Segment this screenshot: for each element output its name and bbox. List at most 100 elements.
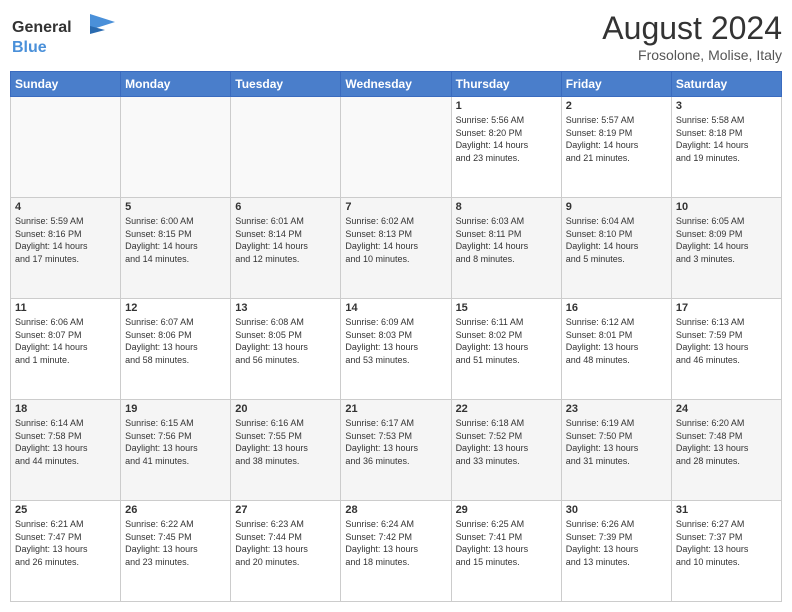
calendar-cell: 16 Sunrise: 6:12 AMSunset: 8:01 PMDayligh… (561, 299, 671, 400)
day-info: Sunrise: 6:12 AMSunset: 8:01 PMDaylight:… (566, 316, 667, 366)
calendar-cell: 6 Sunrise: 6:01 AMSunset: 8:14 PMDaylight… (231, 198, 341, 299)
calendar-cell: 19 Sunrise: 6:15 AMSunset: 7:56 PMDayligh… (121, 400, 231, 501)
day-info: Sunrise: 6:04 AMSunset: 8:10 PMDaylight:… (566, 215, 667, 265)
day-info: Sunrise: 5:56 AMSunset: 8:20 PMDaylight:… (456, 114, 557, 164)
calendar-header-row: SundayMondayTuesdayWednesdayThursdayFrid… (11, 72, 782, 97)
calendar-table: SundayMondayTuesdayWednesdayThursdayFrid… (10, 71, 782, 602)
day-number: 29 (456, 504, 557, 516)
day-info: Sunrise: 5:57 AMSunset: 8:19 PMDaylight:… (566, 114, 667, 164)
calendar-cell: 21Sunrise: 6:17 AMSunset: 7:53 PMDayligh… (341, 400, 451, 501)
location: Frosolone, Molise, Italy (602, 47, 782, 63)
month-year: August 2024 (602, 10, 782, 47)
calendar-cell: 7Sunrise: 6:02 AMSunset: 8:13 PMDaylight… (341, 198, 451, 299)
day-info: Sunrise: 6:17 AMSunset: 7:53 PMDaylight:… (345, 417, 446, 467)
day-number: 22 (456, 403, 557, 415)
calendar-cell: 24Sunrise: 6:20 AMSunset: 7:48 PMDayligh… (671, 400, 781, 501)
day-info: Sunrise: 6:19 AMSunset: 7:50 PMDaylight:… (566, 417, 667, 467)
day-number: 20 (235, 403, 336, 415)
day-number: 6 (235, 201, 336, 213)
day-number: 5 (125, 201, 226, 213)
calendar-cell: 23 Sunrise: 6:19 AMSunset: 7:50 PMDayligh… (561, 400, 671, 501)
day-info: Sunrise: 6:20 AMSunset: 7:48 PMDaylight:… (676, 417, 777, 467)
day-number: 8 (456, 201, 557, 213)
calendar-cell (11, 97, 121, 198)
day-info: Sunrise: 6:16 AMSunset: 7:55 PMDaylight:… (235, 417, 336, 467)
calendar-cell: 28 Sunrise: 6:24 AMSunset: 7:42 PMDayligh… (341, 501, 451, 602)
day-number: 15 (456, 302, 557, 314)
day-info: Sunrise: 5:59 AMSunset: 8:16 PMDaylight:… (15, 215, 116, 265)
day-number: 10 (676, 201, 777, 213)
day-number: 4 (15, 201, 116, 213)
day-info: Sunrise: 6:22 AMSunset: 7:45 PMDaylight:… (125, 518, 226, 568)
day-number: 16 (566, 302, 667, 314)
day-number: 14 (345, 302, 446, 314)
day-number: 13 (235, 302, 336, 314)
calendar-cell: 27Sunrise: 6:23 AMSunset: 7:44 PMDayligh… (231, 501, 341, 602)
calendar-cell (121, 97, 231, 198)
svg-text:General: General (12, 19, 72, 36)
day-info: Sunrise: 6:18 AMSunset: 7:52 PMDaylight:… (456, 417, 557, 467)
day-info: Sunrise: 6:21 AMSunset: 7:47 PMDaylight:… (15, 518, 116, 568)
day-info: Sunrise: 6:25 AMSunset: 7:41 PMDaylight:… (456, 518, 557, 568)
day-number: 28 (345, 504, 446, 516)
calendar-cell: 14 Sunrise: 6:09 AMSunset: 8:03 PMDayligh… (341, 299, 451, 400)
calendar-cell: 26 Sunrise: 6:22 AMSunset: 7:45 PMDayligh… (121, 501, 231, 602)
day-info: Sunrise: 6:13 AMSunset: 7:59 PMDaylight:… (676, 316, 777, 366)
day-info: Sunrise: 6:01 AMSunset: 8:14 PMDaylight:… (235, 215, 336, 265)
day-info: Sunrise: 6:09 AMSunset: 8:03 PMDaylight:… (345, 316, 446, 366)
day-number: 17 (676, 302, 777, 314)
header: General Blue August 2024 Frosolone, Moli… (10, 10, 782, 63)
day-number: 31 (676, 504, 777, 516)
day-number: 23 (566, 403, 667, 415)
day-info: Sunrise: 6:27 AMSunset: 7:37 PMDaylight:… (676, 518, 777, 568)
day-info: Sunrise: 6:24 AMSunset: 7:42 PMDaylight:… (345, 518, 446, 568)
calendar-cell: 12Sunrise: 6:07 AMSunset: 8:06 PMDayligh… (121, 299, 231, 400)
day-header-saturday: Saturday (671, 72, 781, 97)
day-info: Sunrise: 6:06 AMSunset: 8:07 PMDaylight:… (15, 316, 116, 366)
day-info: Sunrise: 6:08 AMSunset: 8:05 PMDaylight:… (235, 316, 336, 366)
day-info: Sunrise: 6:14 AMSunset: 7:58 PMDaylight:… (15, 417, 116, 467)
day-number: 30 (566, 504, 667, 516)
calendar-cell: 3 Sunrise: 5:58 AMSunset: 8:18 PMDaylight… (671, 97, 781, 198)
day-number: 7 (345, 201, 446, 213)
day-header-sunday: Sunday (11, 72, 121, 97)
svg-text:Blue: Blue (12, 39, 47, 56)
day-number: 9 (566, 201, 667, 213)
calendar-cell: 31 Sunrise: 6:27 AMSunset: 7:37 PMDayligh… (671, 501, 781, 602)
day-info: Sunrise: 6:00 AMSunset: 8:15 PMDaylight:… (125, 215, 226, 265)
logo: General Blue (10, 10, 120, 58)
page: General Blue August 2024 Frosolone, Moli… (0, 0, 792, 612)
day-number: 26 (125, 504, 226, 516)
calendar-cell: 25 Sunrise: 6:21 AMSunset: 7:47 PMDayligh… (11, 501, 121, 602)
day-number: 25 (15, 504, 116, 516)
logo-svg: General Blue (10, 10, 120, 58)
calendar-cell: 17 Sunrise: 6:13 AMSunset: 7:59 PMDayligh… (671, 299, 781, 400)
calendar-cell: 1Sunrise: 5:56 AMSunset: 8:20 PMDaylight… (451, 97, 561, 198)
day-header-thursday: Thursday (451, 72, 561, 97)
calendar-cell (341, 97, 451, 198)
day-number: 2 (566, 100, 667, 112)
calendar-cell: 13 Sunrise: 6:08 AMSunset: 8:05 PMDayligh… (231, 299, 341, 400)
day-info: Sunrise: 5:58 AMSunset: 8:18 PMDaylight:… (676, 114, 777, 164)
calendar-cell (231, 97, 341, 198)
day-info: Sunrise: 6:07 AMSunset: 8:06 PMDaylight:… (125, 316, 226, 366)
calendar-cell: 18Sunrise: 6:14 AMSunset: 7:58 PMDayligh… (11, 400, 121, 501)
day-info: Sunrise: 6:15 AMSunset: 7:56 PMDaylight:… (125, 417, 226, 467)
calendar-cell: 11Sunrise: 6:06 AMSunset: 8:07 PMDayligh… (11, 299, 121, 400)
day-number: 19 (125, 403, 226, 415)
calendar-week-2: 4 Sunrise: 5:59 AMSunset: 8:16 PMDaylight… (11, 198, 782, 299)
calendar-cell: 20 Sunrise: 6:16 AMSunset: 7:55 PMDayligh… (231, 400, 341, 501)
day-number: 3 (676, 100, 777, 112)
day-info: Sunrise: 6:26 AMSunset: 7:39 PMDaylight:… (566, 518, 667, 568)
day-info: Sunrise: 6:11 AMSunset: 8:02 PMDaylight:… (456, 316, 557, 366)
day-info: Sunrise: 6:23 AMSunset: 7:44 PMDaylight:… (235, 518, 336, 568)
day-info: Sunrise: 6:03 AMSunset: 8:11 PMDaylight:… (456, 215, 557, 265)
day-info: Sunrise: 6:05 AMSunset: 8:09 PMDaylight:… (676, 215, 777, 265)
title-block: August 2024 Frosolone, Molise, Italy (602, 10, 782, 63)
calendar-week-1: 1Sunrise: 5:56 AMSunset: 8:20 PMDaylight… (11, 97, 782, 198)
calendar-week-5: 25 Sunrise: 6:21 AMSunset: 7:47 PMDayligh… (11, 501, 782, 602)
calendar-cell: 29 Sunrise: 6:25 AMSunset: 7:41 PMDayligh… (451, 501, 561, 602)
calendar-cell: 8 Sunrise: 6:03 AMSunset: 8:11 PMDaylight… (451, 198, 561, 299)
day-header-wednesday: Wednesday (341, 72, 451, 97)
day-header-tuesday: Tuesday (231, 72, 341, 97)
